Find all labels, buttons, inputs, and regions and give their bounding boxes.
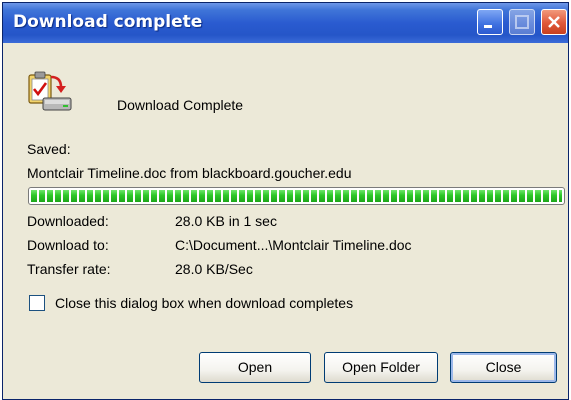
download-progress-bar [28,187,565,205]
title-bar[interactable]: Download complete [3,3,568,43]
transfer-rate-label: Transfer rate: [27,261,111,277]
download-to-value: C:\Document...\Montclair Timeline.doc [175,237,412,253]
download-to-label: Download to: [27,237,109,253]
maximize-icon [515,15,529,29]
download-complete-icon [27,71,73,115]
saved-label: Saved: [27,141,71,157]
downloaded-label: Downloaded: [27,213,109,229]
close-when-complete-label[interactable]: Close this dialog box when download comp… [55,295,353,311]
minimize-icon [484,25,492,28]
transfer-rate-value: 28.0 KB/Sec [175,261,253,277]
close-button[interactable]: Close [450,352,557,383]
open-button[interactable]: Open [199,352,311,383]
download-status-heading: Download Complete [117,97,244,113]
open-folder-button[interactable]: Open Folder [324,352,438,383]
saved-file-description: Montclair Timeline.doc from blackboard.g… [27,165,352,181]
close-when-complete-checkbox[interactable] [29,295,45,311]
downloaded-value: 28.0 KB in 1 sec [175,213,277,229]
close-window-button[interactable] [541,9,567,35]
maximize-button [509,9,535,35]
minimize-button[interactable] [477,9,503,35]
progress-fill [31,190,562,202]
window-title: Download complete [13,12,203,32]
close-icon [548,16,560,28]
download-dialog: Download complete Download Complete Save… [2,2,569,400]
